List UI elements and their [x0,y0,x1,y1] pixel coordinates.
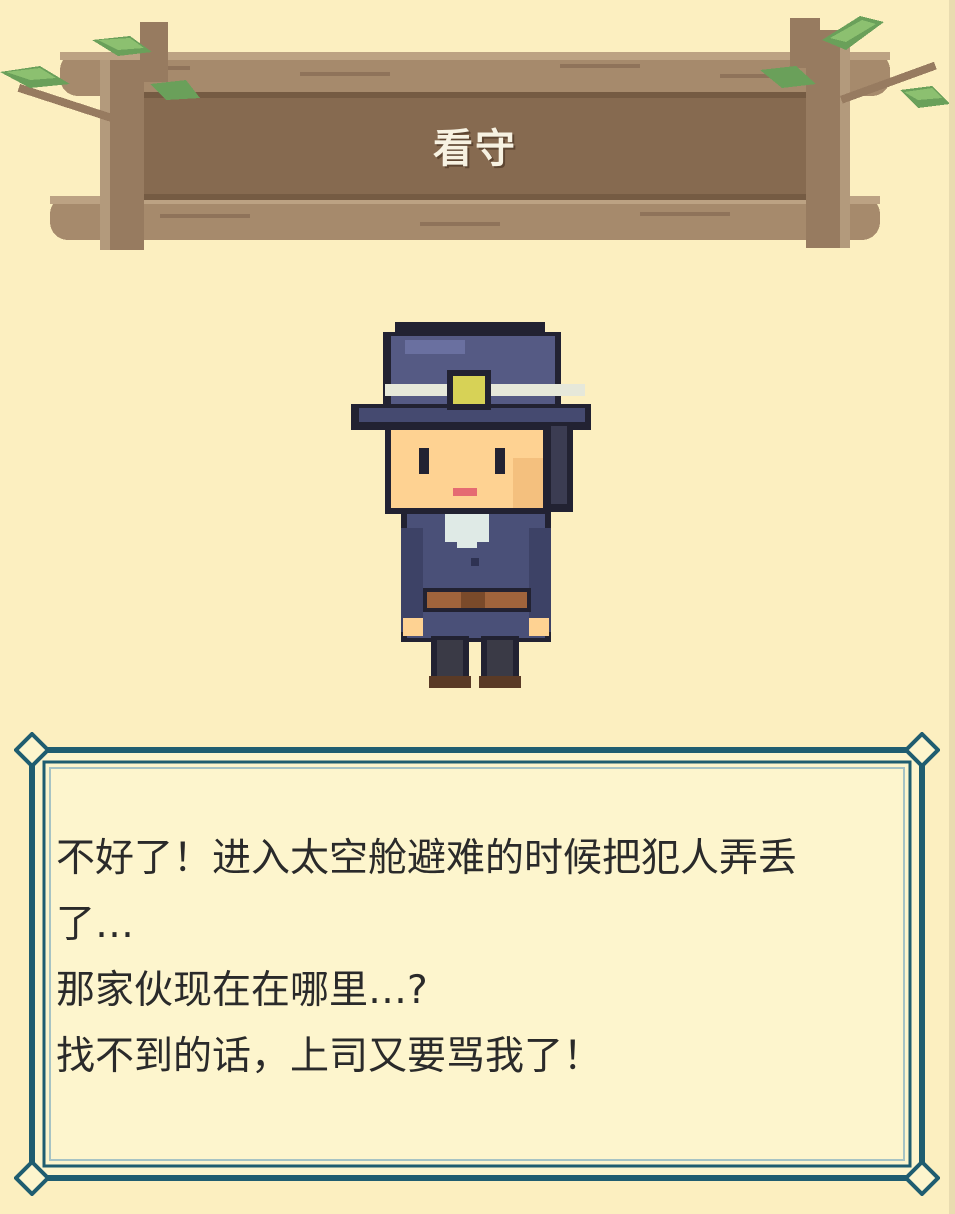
game-screen: 看守 不好了！进入太空舱避难的时候把犯人弄丢 了… 那家伙现在在哪里…? 找不到… [0,0,955,1214]
dialog-text: 不好了！进入太空舱避难的时候把犯人弄丢 了… 那家伙现在在哪里…? 找不到的话，… [56,826,896,1126]
dialog-line: 不好了！进入太空舱避难的时候把犯人弄丢 [56,836,798,881]
dialog-line: 了… [56,902,135,947]
dialog-line: 那家伙现在在哪里…? [56,968,428,1013]
dialog-line: 找不到的话，上司又要骂我了！ [56,1034,603,1079]
screen-edge [949,0,955,1214]
guard-character [351,322,591,688]
sign-title: 看守 [433,126,517,172]
